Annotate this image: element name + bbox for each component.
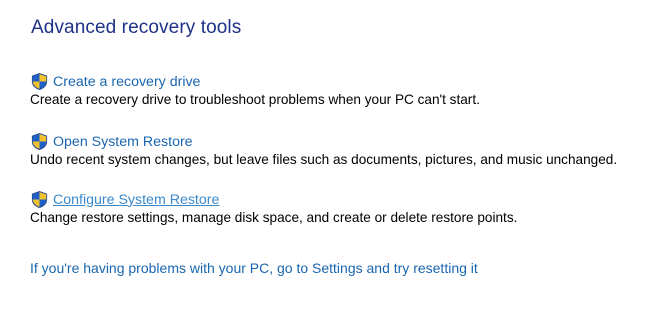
- page-title: Advanced recovery tools: [31, 17, 242, 38]
- uac-shield-icon: [31, 72, 48, 91]
- open-system-restore-description: Undo recent system changes, but leave fi…: [30, 152, 618, 167]
- configure-system-restore-description: Change restore settings, manage disk spa…: [30, 210, 518, 225]
- tool-configure-system-restore: Configure System Restore Change restore …: [30, 190, 517, 225]
- create-recovery-drive-link[interactable]: Create a recovery drive: [53, 74, 200, 90]
- open-system-restore-link[interactable]: Open System Restore: [53, 134, 193, 150]
- reset-pc-settings-link[interactable]: If you're having problems with your PC, …: [30, 260, 478, 276]
- uac-shield-icon: [31, 132, 48, 151]
- uac-shield-icon: [31, 190, 48, 209]
- configure-system-restore-link[interactable]: Configure System Restore: [53, 192, 219, 208]
- tool-link-row: Create a recovery drive: [30, 72, 480, 91]
- tool-link-row: Configure System Restore: [30, 190, 517, 209]
- tool-open-system-restore: Open System Restore Undo recent system c…: [30, 132, 617, 167]
- tool-create-recovery-drive: Create a recovery drive Create a recover…: [30, 72, 480, 107]
- tool-link-row: Open System Restore: [30, 132, 617, 151]
- create-recovery-drive-description: Create a recovery drive to troubleshoot …: [30, 92, 480, 107]
